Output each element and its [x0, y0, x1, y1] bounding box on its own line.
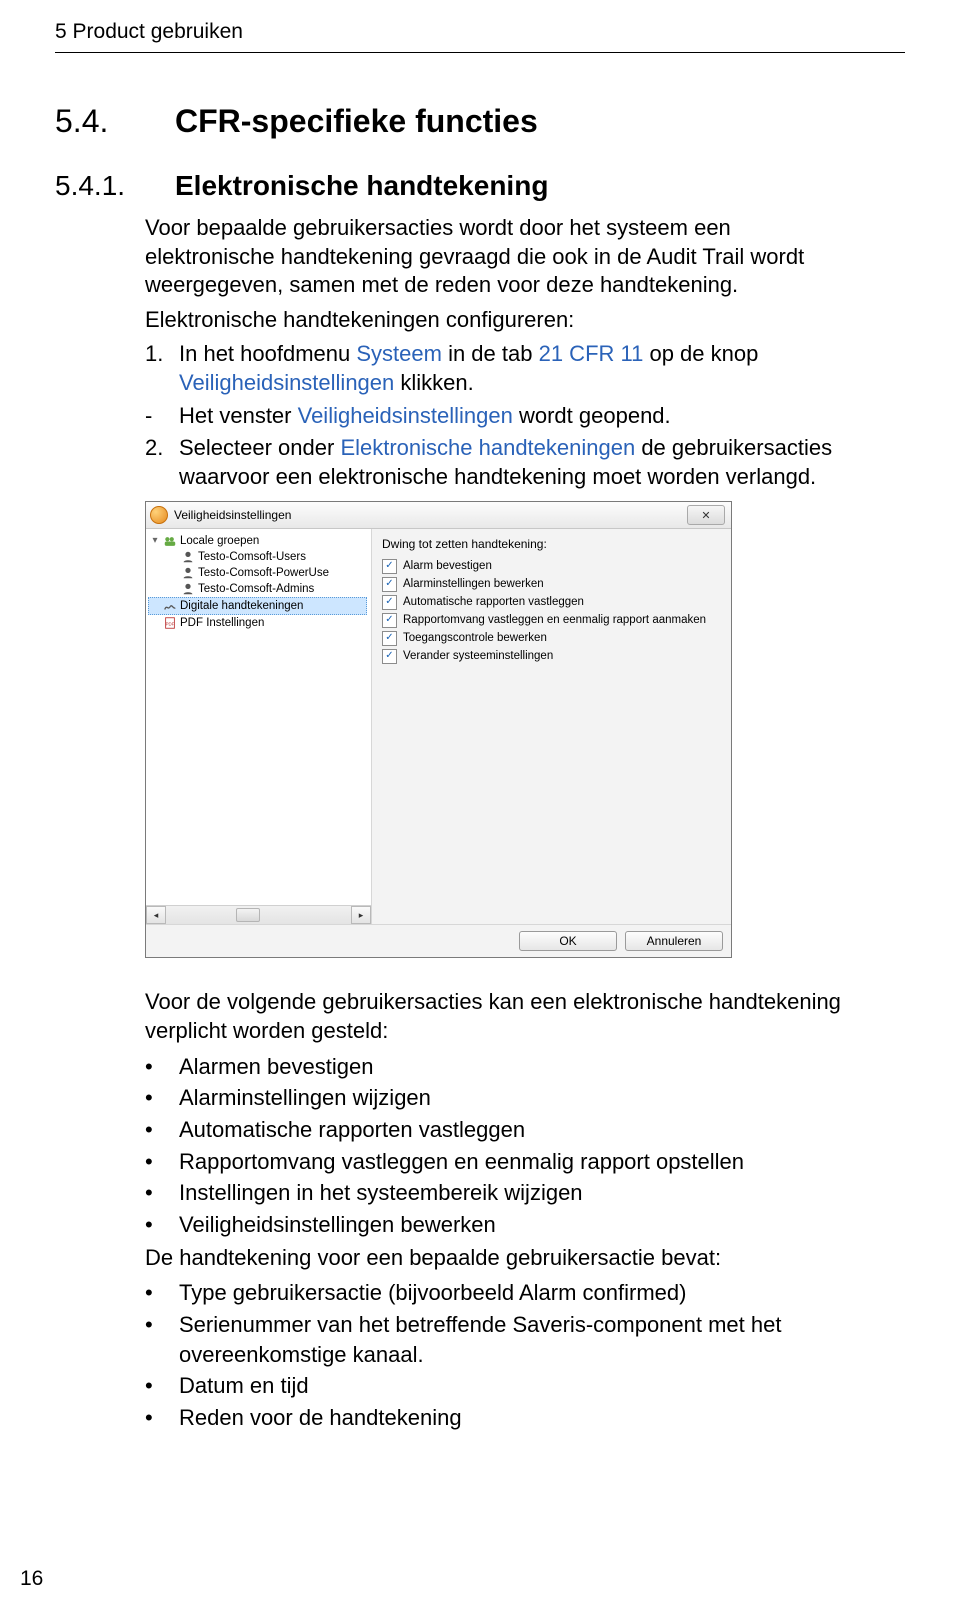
intro-paragraph-2: Elektronische handtekeningen configurere… — [145, 306, 865, 335]
tree-pane: ▾ Locale groepen Testo-Comsoft-Users — [146, 529, 372, 924]
tree-item-admins[interactable]: Testo-Comsoft-Admins — [150, 581, 367, 597]
tree-item-label: PDF Instellingen — [180, 615, 264, 631]
check-row[interactable]: ✓ Alarm bevestigen — [382, 557, 721, 575]
check-label: Verander systeeminstellingen — [403, 647, 553, 665]
tree-item-poweruse[interactable]: Testo-Comsoft-PowerUse — [150, 565, 367, 581]
tree-root-label: Locale groepen — [180, 533, 259, 549]
pdf-icon: PDF — [163, 616, 177, 630]
signature-icon — [163, 599, 177, 613]
checkbox-icon[interactable]: ✓ — [382, 595, 397, 610]
check-label: Alarminstellingen bewerken — [403, 575, 544, 593]
checkbox-icon[interactable]: ✓ — [382, 559, 397, 574]
step-1-sub-marker: - — [145, 402, 179, 431]
scroll-right-icon[interactable]: ▸ — [351, 906, 371, 924]
check-row[interactable]: ✓ Toegangscontrole bewerken — [382, 629, 721, 647]
checkbox-icon[interactable]: ✓ — [382, 577, 397, 592]
step-1-marker: 1. — [145, 340, 179, 397]
check-label: Rapportomvang vastleggen en eenmalig rap… — [403, 611, 706, 629]
list-item: •Serienummer van het betreffende Saveris… — [145, 1310, 865, 1369]
list-item: •Veiligheidsinstellingen bewerken — [145, 1210, 865, 1240]
page-header: 5 Product gebruiken — [55, 20, 905, 53]
security-settings-dialog: Veiligheidsinstellingen ✕ ▾ Locale groep… — [145, 501, 732, 958]
dialog-titlebar: Veiligheidsinstellingen ✕ — [146, 502, 731, 529]
heading-541-num: 5.4.1. — [55, 170, 175, 202]
check-label: Automatische rapporten vastleggen — [403, 593, 584, 611]
scroll-left-icon[interactable]: ◂ — [146, 906, 166, 924]
bullet-list-2: •Type gebruikersactie (bijvoorbeeld Alar… — [145, 1278, 865, 1432]
heading-541-title: Elektronische handtekening — [175, 170, 548, 202]
scroll-track[interactable] — [166, 907, 351, 923]
step-1-sub-text: Het venster Veiligheidsinstellingen word… — [179, 402, 865, 431]
check-row[interactable]: ✓ Alarminstellingen bewerken — [382, 575, 721, 593]
heading-54: 5.4. CFR-specifieke functies — [55, 103, 865, 140]
list-item: •Type gebruikersactie (bijvoorbeeld Alar… — [145, 1278, 865, 1308]
checkbox-icon[interactable]: ✓ — [382, 631, 397, 646]
user-icon — [181, 566, 195, 580]
group-icon — [163, 534, 177, 548]
step-1-text: In het hoofdmenu Systeem in de tab 21 CF… — [179, 340, 865, 397]
tree-hscrollbar[interactable]: ◂ ▸ — [146, 905, 371, 924]
check-label: Alarm bevestigen — [403, 557, 492, 575]
check-row[interactable]: ✓ Automatische rapporten vastleggen — [382, 593, 721, 611]
intro-paragraph: Voor bepaalde gebruikersacties wordt doo… — [145, 214, 865, 300]
tree-item-digital[interactable]: Digitale handtekeningen — [148, 597, 367, 615]
user-icon — [181, 582, 195, 596]
list-item: •Rapportomvang vastleggen en eenmalig ra… — [145, 1147, 865, 1177]
list-item: •Alarmen bevestigen — [145, 1052, 865, 1082]
step-1-sub: - Het venster Veiligheidsinstellingen wo… — [145, 402, 865, 431]
step-2: 2. Selecteer onder Elektronische handtek… — [145, 434, 865, 491]
tree-item-label: Testo-Comsoft-Users — [198, 549, 306, 565]
heading-54-title: CFR-specifieke functies — [175, 103, 538, 140]
checkbox-icon[interactable]: ✓ — [382, 613, 397, 628]
tree-item-pdf[interactable]: PDF PDF Instellingen — [150, 615, 367, 631]
list-item: •Datum en tijd — [145, 1371, 865, 1401]
user-icon — [181, 550, 195, 564]
app-icon — [150, 506, 168, 524]
page-number: 16 — [20, 1567, 43, 1591]
tree-item-users[interactable]: Testo-Comsoft-Users — [150, 549, 367, 565]
bullet-list-1: •Alarmen bevestigen •Alarminstellingen w… — [145, 1052, 865, 1240]
heading-541: 5.4.1. Elektronische handtekening — [55, 170, 865, 202]
list-item: •Alarminstellingen wijzigen — [145, 1083, 865, 1113]
tree-item-label: Testo-Comsoft-Admins — [198, 581, 314, 597]
tree-item-label: Testo-Comsoft-PowerUse — [198, 565, 329, 581]
step-2-text: Selecteer onder Elektronische handtekeni… — [179, 434, 865, 491]
tree-item-label: Digitale handtekeningen — [180, 598, 303, 614]
svg-text:PDF: PDF — [166, 622, 175, 627]
step-1: 1. In het hoofdmenu Systeem in de tab 21… — [145, 340, 865, 397]
check-row[interactable]: ✓ Rapportomvang vastleggen en eenmalig ra… — [382, 611, 721, 629]
check-row[interactable]: ✓ Verander systeeminstellingen — [382, 647, 721, 665]
dialog-title: Veiligheidsinstellingen — [174, 508, 291, 522]
scroll-thumb[interactable] — [236, 908, 260, 922]
step-2-marker: 2. — [145, 434, 179, 491]
after-2: De handtekening voor een bepaalde gebrui… — [145, 1244, 865, 1273]
list-item: •Instellingen in het systeembereik wijzi… — [145, 1178, 865, 1208]
force-signature-label: Dwing tot zetten handtekening: — [382, 537, 721, 551]
collapse-icon[interactable]: ▾ — [150, 533, 160, 549]
after-intro: Voor de volgende gebruikersacties kan ee… — [145, 988, 865, 1045]
list-item: •Reden voor de handtekening — [145, 1403, 865, 1433]
checkbox-icon[interactable]: ✓ — [382, 649, 397, 664]
heading-54-num: 5.4. — [55, 103, 175, 140]
close-button[interactable]: ✕ — [687, 505, 725, 525]
cancel-button[interactable]: Annuleren — [625, 931, 723, 951]
check-label: Toegangscontrole bewerken — [403, 629, 547, 647]
list-item: •Automatische rapporten vastleggen — [145, 1115, 865, 1145]
tree-root[interactable]: ▾ Locale groepen — [150, 533, 367, 549]
ok-button[interactable]: OK — [519, 931, 617, 951]
